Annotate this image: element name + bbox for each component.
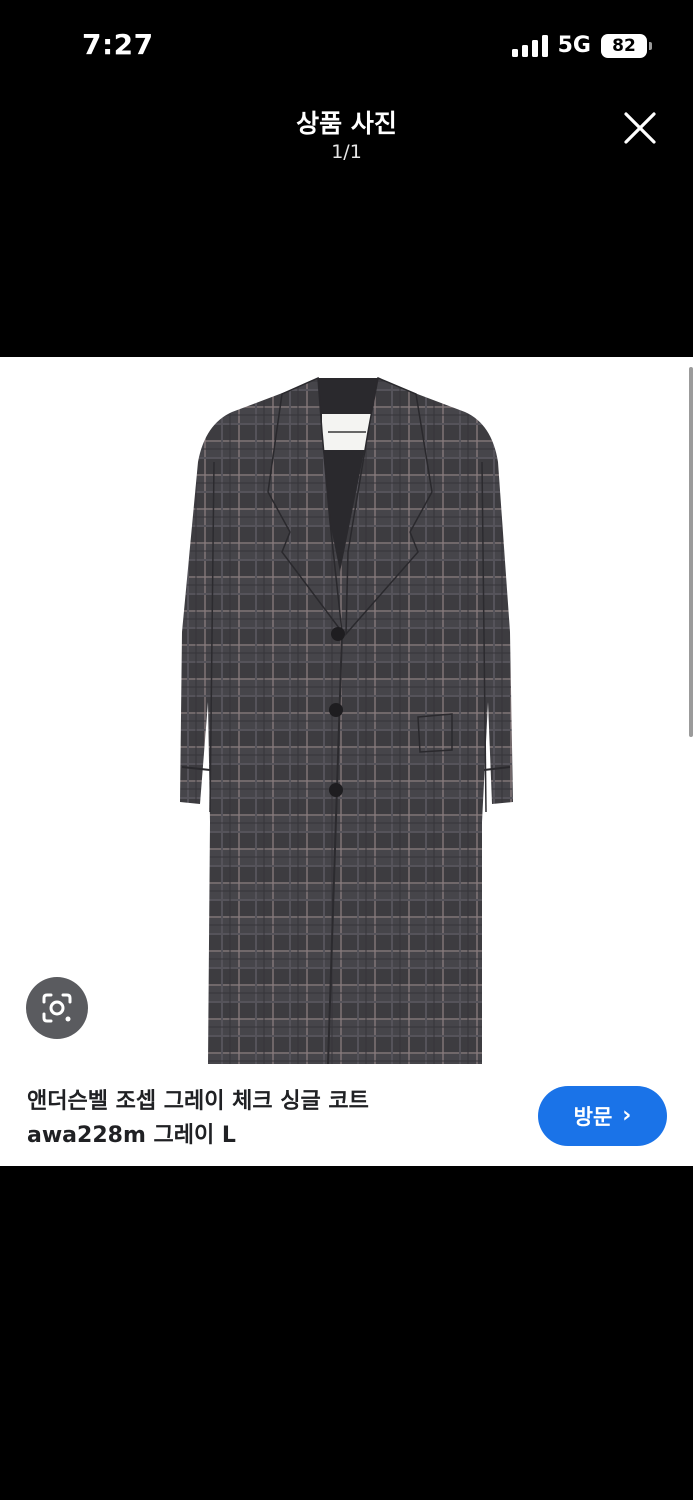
network-type: 5G	[557, 33, 591, 58]
visit-button[interactable]: 방문 ›	[538, 1086, 667, 1146]
product-title[interactable]: 앤더슨벨 조셉 그레이 체크 싱글 코트 awa228m 그레이 L	[27, 1085, 497, 1153]
signal-strength-icon	[511, 34, 548, 57]
chevron-right-icon: ›	[622, 1103, 632, 1128]
visit-button-label: 방문	[573, 1105, 613, 1129]
product-title-line1: 앤더슨벨 조셉 그레이 체크 싱글 코트	[27, 1089, 369, 1114]
close-icon	[624, 112, 656, 144]
status-indicators: 5G 82	[511, 33, 652, 58]
image-search-icon	[42, 993, 72, 1023]
product-title-line2: awa228m 그레이 L	[27, 1123, 236, 1148]
status-bar: 7:27 5G 82	[0, 0, 693, 90]
close-button[interactable]	[620, 108, 660, 148]
image-search-button[interactable]	[26, 977, 88, 1039]
scroll-indicator[interactable]	[689, 367, 693, 737]
photo-card: 앤더슨벨 조셉 그레이 체크 싱글 코트 awa228m 그레이 L 방문 ›	[0, 357, 693, 1166]
photo-counter: 1/1	[331, 141, 362, 163]
battery-icon: 82	[601, 33, 652, 58]
page-title: 상품 사진	[296, 109, 397, 138]
product-photo	[180, 376, 513, 1065]
status-time: 7:27	[82, 28, 154, 61]
